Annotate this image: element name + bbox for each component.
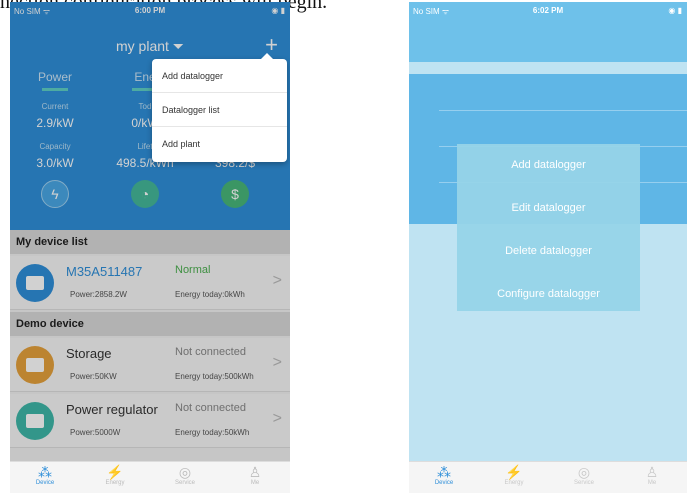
device-power: Power:50KW xyxy=(70,372,117,381)
service-icon: ◎ xyxy=(178,464,192,480)
storage-icon xyxy=(16,346,54,384)
nav-energy[interactable]: ⚡ Energy xyxy=(80,464,150,486)
device-tree-icon: ⁂ xyxy=(38,464,52,480)
bottom-nav: ⁂ Device ⚡ Energy ◎ Service ♙ Me xyxy=(409,461,687,493)
device-energy: Energy today:0kWh xyxy=(175,290,245,299)
demo-device-heading: Demo device xyxy=(10,312,290,336)
plant-selector[interactable]: my plant ⏷ xyxy=(10,38,290,55)
person-icon: ♙ xyxy=(645,464,659,480)
device-power: Power:5000W xyxy=(70,428,121,437)
dropdown-caret xyxy=(261,53,273,59)
device-status: Not connected xyxy=(175,402,246,414)
phone-screen-datalogger-menu: No SIM ᯤ 6:02 PM ◉ ▮ Add datalogger Edit… xyxy=(409,2,687,493)
device-name: M35A511487 xyxy=(66,264,143,279)
device-energy: Energy today:500kWh xyxy=(175,372,254,381)
chart-icon[interactable]: ◔ xyxy=(131,180,159,208)
regulator-icon xyxy=(16,402,54,440)
energy-icon: ⚡ xyxy=(106,464,124,480)
nav-service[interactable]: ◎ Service xyxy=(549,464,619,486)
service-icon: ◎ xyxy=(577,464,591,480)
add-menu-dropdown: Add datalogger Datalogger list Add plant xyxy=(152,53,287,162)
device-name: Storage xyxy=(66,346,112,361)
chevron-right-icon: > xyxy=(272,272,282,289)
bottom-nav: ⁂ Device ⚡ Energy ◎ Service ♙ Me xyxy=(10,461,290,493)
nav-label: Service xyxy=(174,480,195,486)
datalogger-action-menu: Add datalogger Edit datalogger Delete da… xyxy=(457,144,640,311)
nav-me[interactable]: ♙ Me xyxy=(617,464,687,486)
clock-text: 6:02 PM xyxy=(532,6,564,15)
device-status: Not connected xyxy=(175,346,246,358)
nav-label: Energy xyxy=(504,480,524,486)
nav-label: Energy xyxy=(105,480,125,486)
dollar-icon[interactable]: $ xyxy=(221,180,249,208)
demo-device-row[interactable]: Storage Power:50KW Not connected Energy … xyxy=(10,338,290,392)
lightning-icon[interactable]: ϟ xyxy=(41,180,69,208)
current-value: 2.9/kW xyxy=(36,116,74,130)
divider xyxy=(439,110,687,111)
device-power: Power:2858.2W xyxy=(70,290,127,299)
menu-configure-datalogger[interactable]: Configure datalogger xyxy=(457,273,640,316)
nav-label: Service xyxy=(573,480,594,486)
menu-edit-datalogger[interactable]: Edit datalogger xyxy=(457,187,640,230)
nav-energy[interactable]: ⚡ Energy xyxy=(479,464,549,486)
device-tree-icon: ⁂ xyxy=(437,464,451,480)
device-row[interactable]: M35A511487 Power:2858.2W Normal Energy t… xyxy=(10,256,290,310)
inverter-icon xyxy=(16,264,54,302)
menu-delete-datalogger[interactable]: Delete datalogger xyxy=(457,230,640,273)
nav-me[interactable]: ♙ Me xyxy=(220,464,290,486)
nav-label: Me xyxy=(250,480,260,486)
nav-label: Device xyxy=(35,480,55,486)
tab-power[interactable]: Power xyxy=(10,70,100,84)
nav-device[interactable]: ⁂ Device xyxy=(409,464,479,486)
demo-device-row[interactable]: Power regulator Power:5000W Not connecte… xyxy=(10,394,290,448)
device-status: Normal xyxy=(175,264,211,276)
clock-text: 6:00 PM xyxy=(134,6,166,15)
status-bar: No SIM ᯤ 6:02 PM ◉ ▮ xyxy=(409,2,687,20)
phone-screen-device-list: No SIM ᯤ 6:00 PM ◉ ▮ my plant ⏷ + Power … xyxy=(10,2,290,493)
menu-add-plant[interactable]: Add plant xyxy=(152,127,287,161)
capacity-value: 3.0/kW xyxy=(36,156,74,170)
nav-label: Me xyxy=(647,480,657,486)
my-device-list-heading: My device list xyxy=(10,230,290,254)
tab-indicator xyxy=(42,88,68,91)
capacity-label: Capacity xyxy=(39,142,71,151)
menu-add-datalogger[interactable]: Add datalogger xyxy=(152,59,287,93)
battery-icon: ◉ ▮ xyxy=(668,6,682,15)
device-energy: Energy today:50kWh xyxy=(175,428,250,437)
energy-icon: ⚡ xyxy=(505,464,523,480)
device-name: Power regulator xyxy=(66,402,158,417)
battery-icon: ◉ ▮ xyxy=(271,6,285,15)
nav-label: Device xyxy=(434,480,454,486)
menu-add-datalogger[interactable]: Add datalogger xyxy=(457,144,640,187)
menu-datalogger-list[interactable]: Datalogger list xyxy=(152,93,287,127)
nav-service[interactable]: ◎ Service xyxy=(150,464,220,486)
status-bar: No SIM ᯤ 6:00 PM ◉ ▮ xyxy=(10,2,290,20)
nav-device[interactable]: ⁂ Device xyxy=(10,464,80,486)
current-label: Current xyxy=(41,102,69,111)
person-icon: ♙ xyxy=(248,464,262,480)
chevron-right-icon: > xyxy=(272,354,282,371)
chevron-right-icon: > xyxy=(272,410,282,427)
